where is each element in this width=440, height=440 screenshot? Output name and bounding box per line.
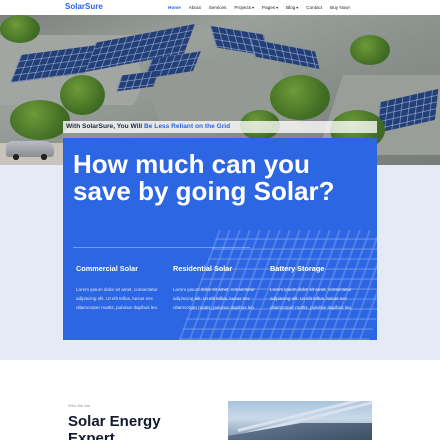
nav-item-pages[interactable]: Pages ▾ [262, 5, 278, 10]
nav-item-home[interactable]: Home [168, 5, 181, 10]
solar-panels-photo [228, 401, 372, 440]
site-logo[interactable]: SolarSure [65, 2, 103, 11]
nav-item-buy-now[interactable]: Buy Now! [330, 5, 350, 10]
nav-item-services[interactable]: Services [209, 5, 227, 10]
feature-battery-storage: Battery Storage Lorem ipsum dolor sit am… [270, 264, 358, 312]
nav-item-label: Services [208, 5, 227, 10]
nav-item-blog[interactable]: Blog ▾ [286, 5, 298, 10]
nav-item-contact[interactable]: Contact [306, 5, 322, 10]
tree [0, 15, 40, 43]
feature-title: Battery Storage [270, 264, 325, 273]
chevron-down-icon: ▾ [296, 5, 299, 10]
hero-title: How much can you save by going Solar? [73, 149, 335, 206]
tree [350, 35, 390, 65]
nav-item-label: About [188, 5, 201, 10]
top-navigation: SolarSure Home About Services Projects ▾ … [0, 0, 440, 15]
tree [60, 75, 105, 115]
feature-text: Lorem ipsum dolor sit amet, consectetur … [270, 287, 353, 310]
tree [270, 75, 330, 120]
chevron-down-icon: ▾ [276, 5, 279, 10]
nav-item-label: Projects [234, 5, 252, 10]
nav-item-label: Pages [262, 5, 276, 10]
car [6, 141, 54, 160]
tagline-prefix: With SolarSure, You Will [66, 123, 145, 130]
feature-text: Lorem ipsum dolor sit amet, consectetur … [173, 287, 256, 310]
solar-panel [228, 423, 372, 440]
feature-text: Lorem ipsum dolor sit amet, consectetur … [76, 287, 159, 310]
nav-item-label: Home [168, 5, 181, 10]
section-kicker: Who We Are [68, 403, 91, 408]
nav-item-about[interactable]: About [189, 5, 201, 10]
tagline-highlight: Be Less Reliant on the Grid [144, 123, 231, 130]
divider [73, 247, 250, 248]
feature-commercial-solar: Commercial Solar Lorem ipsum dolor sit a… [76, 264, 164, 312]
nav-item-label: Blog [286, 5, 296, 10]
page: SolarSure Home About Services Projects ▾ … [0, 0, 440, 440]
main-menu: Home About Services Projects ▾ Pages ▾ Blo… [168, 0, 350, 15]
feature-residential-solar: Residential Solar Lorem ipsum dolor sit … [173, 264, 261, 312]
chevron-down-icon: ▾ [252, 5, 255, 10]
hero-tagline: With SolarSure, You Will Be Less Reliant… [63, 121, 377, 133]
hero-card: How much can you save by going Solar? Co… [63, 138, 377, 340]
section-title: Solar Energy Expert [68, 413, 161, 440]
feature-title: Residential Solar [173, 264, 233, 273]
tree [10, 100, 70, 140]
nav-item-label: Contact [306, 5, 323, 10]
feature-title: Commercial Solar [76, 264, 139, 273]
nav-item-label: Buy Now! [330, 5, 350, 10]
nav-item-projects[interactable]: Projects ▾ [234, 5, 254, 10]
